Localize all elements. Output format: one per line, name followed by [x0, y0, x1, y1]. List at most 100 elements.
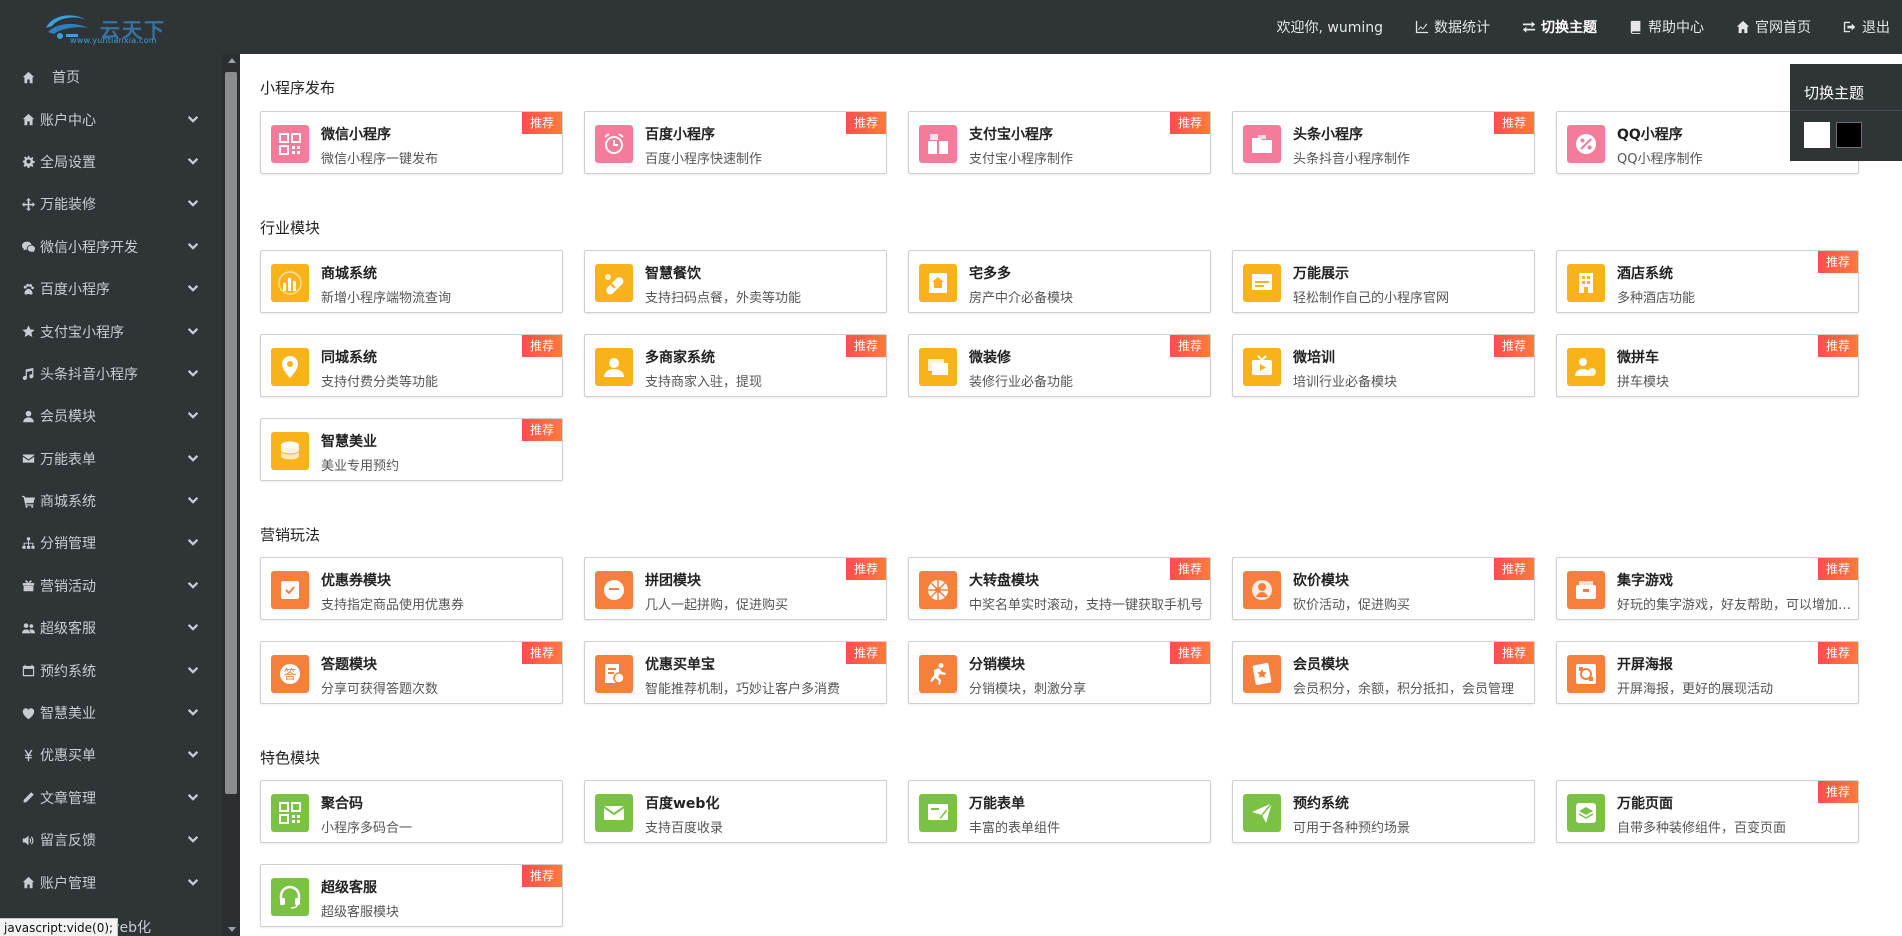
- module-card-description: 多种酒店功能: [1617, 291, 1696, 306]
- sidebar-item-18[interactable]: 留言反馈: [0, 819, 222, 861]
- module-card-title: 支付宝小程序: [969, 127, 1053, 143]
- module-card[interactable]: 超级客服 超级客服模块 推荐: [260, 864, 563, 927]
- module-card[interactable]: 微信小程序 微信小程序一键发布 推荐: [260, 111, 563, 174]
- module-card[interactable]: 微装修 装修行业必备功能 推荐: [908, 334, 1211, 397]
- sidebar-item-label: 万能装修: [40, 197, 96, 214]
- module-card-title: 微装修: [969, 350, 1011, 366]
- nav-switch-theme-label: 切换主题: [1541, 20, 1597, 36]
- module-card-description: 微信小程序一键发布: [321, 152, 439, 167]
- module-card-description: 支持商家入驻，提现: [645, 375, 763, 390]
- module-card[interactable]: 万能展示 轻松制作自己的小程序官网: [1232, 250, 1535, 313]
- sitemap-icon: [20, 535, 36, 551]
- yen-icon: [20, 747, 36, 763]
- sidebar-item-12[interactable]: 营销活动: [0, 565, 222, 607]
- house-card-icon: [919, 264, 957, 302]
- sidebar-item-label: 预约系统: [40, 663, 96, 680]
- sidebar-item-7[interactable]: 头条抖音小程序: [0, 353, 222, 395]
- sidebar-item-14[interactable]: 预约系统: [0, 649, 222, 691]
- scrollbar-thumb[interactable]: [225, 72, 237, 794]
- chevron-down-icon: [186, 790, 202, 806]
- module-card[interactable]: 微培训 培训行业必备模块 推荐: [1232, 334, 1535, 397]
- module-card-description: 轻松制作自己的小程序官网: [1293, 291, 1450, 306]
- module-card[interactable]: 百度小程序 百度小程序快速制作 推荐: [584, 111, 887, 174]
- module-card-description: 支持扫码点餐，外卖等功能: [645, 291, 802, 306]
- module-card[interactable]: 万能表单 丰富的表单组件: [908, 780, 1211, 843]
- sidebar-item-label: 留言反馈: [40, 833, 96, 850]
- scroll-up-arrow-icon[interactable]: [228, 58, 236, 63]
- sidebar-item-8[interactable]: 会员模块: [0, 395, 222, 437]
- module-card[interactable]: 聚合码 小程序多码合一: [260, 780, 563, 843]
- module-card[interactable]: 大转盘模块 中奖名单实时滚动，支持一键获取手机号 推荐: [908, 557, 1211, 620]
- module-card-title: 头条小程序: [1293, 127, 1363, 143]
- sidebar-item-10[interactable]: 商城系统: [0, 480, 222, 522]
- module-card[interactable]: 百度web化 支持百度收录: [584, 780, 887, 843]
- sidebar-item-9[interactable]: 万能表单: [0, 438, 222, 480]
- chevron-down-icon: [186, 451, 202, 467]
- sidebar-item-5[interactable]: 百度小程序: [0, 268, 222, 310]
- module-card[interactable]: 智慧餐饮 支持扫码点餐，外卖等功能: [584, 250, 887, 313]
- sidebar-item-19[interactable]: 账户管理: [0, 861, 222, 903]
- module-card[interactable]: 支付宝小程序 支付宝小程序制作 推荐: [908, 111, 1211, 174]
- sidebar-item-15[interactable]: 智慧美业: [0, 692, 222, 734]
- module-card[interactable]: 智慧美业 美业专用预约 推荐: [260, 418, 563, 481]
- module-card[interactable]: 同城系统 支持付费分类等功能 推荐: [260, 334, 563, 397]
- module-card[interactable]: 分销模块 分销模块，刺激分享 推荐: [908, 641, 1211, 704]
- sidebar-item-16[interactable]: 优惠买单: [0, 734, 222, 776]
- paper-plane-icon: [1243, 794, 1281, 832]
- module-card[interactable]: 万能页面 自带多种装修组件，百变页面 推荐: [1556, 780, 1859, 843]
- cart-icon: [20, 493, 36, 509]
- module-card[interactable]: 酒店系统 多种酒店功能 推荐: [1556, 250, 1859, 313]
- sidebar-item-4[interactable]: 微信小程序开发: [0, 226, 222, 268]
- module-card[interactable]: 集字游戏 好玩的集字游戏，好友帮助，可以增加趣味性 推荐: [1556, 557, 1859, 620]
- recommended-badge: 推荐: [1818, 335, 1858, 357]
- nav-logout[interactable]: 退出: [1843, 17, 1890, 37]
- theme-panel-divider: [1790, 110, 1902, 111]
- line-chart-icon: [1415, 20, 1429, 34]
- sidebar-item-0[interactable]: 首页: [0, 56, 222, 98]
- nav-homepage[interactable]: 官网首页: [1736, 17, 1811, 37]
- module-card[interactable]: 会员模块 会员积分，余额，积分抵扣，会员管理 推荐: [1232, 641, 1535, 704]
- module-card[interactable]: 拼团模块 几人一起拼购，促进购买 推荐: [584, 557, 887, 620]
- recommended-badge: 推荐: [1818, 558, 1858, 580]
- sidebar-item-label: 账户中心: [40, 112, 96, 129]
- mail-icon: [595, 794, 633, 832]
- sidebar-item-6[interactable]: 支付宝小程序: [0, 310, 222, 352]
- module-card[interactable]: 开屏海报 开屏海报，更好的展现活动 推荐: [1556, 641, 1859, 704]
- section-title: 特色模块: [260, 749, 321, 767]
- sidebar-item-2[interactable]: 全局设置: [0, 141, 222, 183]
- module-card[interactable]: 商城系统 新增小程序端物流查询: [260, 250, 563, 313]
- sidebar-item-17[interactable]: 文章管理: [0, 777, 222, 819]
- module-card-title: 智慧美业: [321, 434, 377, 450]
- logo-url: www.yuntianxia.com: [70, 36, 157, 45]
- module-card[interactable]: 头条小程序 头条抖音小程序制作 推荐: [1232, 111, 1535, 174]
- answer-icon: 答: [271, 655, 309, 693]
- module-card[interactable]: 多商家系统 支持商家入驻，提现 推荐: [584, 334, 887, 397]
- sidebar-item-11[interactable]: 分销管理: [0, 522, 222, 564]
- sidebar-item-13[interactable]: 超级客服: [0, 607, 222, 649]
- module-card[interactable]: 宅多多 房产中介必备模块: [908, 250, 1211, 313]
- module-card[interactable]: 优惠券模块 支持指定商品使用优惠券: [260, 557, 563, 620]
- nav-logout-label: 退出: [1862, 20, 1890, 36]
- logo[interactable]: 云天下 www.yuntianxia.com: [0, 0, 240, 54]
- theme-swatch-black[interactable]: [1836, 122, 1862, 148]
- nav-homepage-label: 官网首页: [1755, 20, 1811, 36]
- recommended-badge: 推荐: [1494, 112, 1534, 134]
- scroll-down-arrow-icon[interactable]: [228, 927, 236, 932]
- nav-stats[interactable]: 数据统计: [1415, 17, 1490, 37]
- nav-help[interactable]: 帮助中心: [1629, 17, 1704, 37]
- module-card[interactable]: 砍价模块 砍价活动，促进购买 推荐: [1232, 557, 1535, 620]
- module-card[interactable]: 预约系统 可用于各种预约场景: [1232, 780, 1535, 843]
- module-card-title: QQ小程序: [1617, 127, 1683, 143]
- recommended-badge: 推荐: [846, 112, 886, 134]
- group-icon: [595, 571, 633, 609]
- nav-switch-theme[interactable]: 切换主题: [1522, 17, 1597, 37]
- theme-swatch-white[interactable]: [1804, 122, 1830, 148]
- chevron-down-icon: [186, 705, 202, 721]
- sidebar-item-1[interactable]: 账户中心: [0, 98, 222, 140]
- module-card[interactable]: 微拼车 拼车模块 推荐: [1556, 334, 1859, 397]
- module-card[interactable]: 答 答题模块 分享可获得答题次数 推荐: [260, 641, 563, 704]
- sidebar-scrollbar[interactable]: [222, 54, 240, 936]
- video-icon: [1243, 348, 1281, 386]
- module-card[interactable]: 优惠买单宝 智能推荐机制，巧妙让客户多消费 推荐: [584, 641, 887, 704]
- sidebar-item-3[interactable]: 万能装修: [0, 183, 222, 225]
